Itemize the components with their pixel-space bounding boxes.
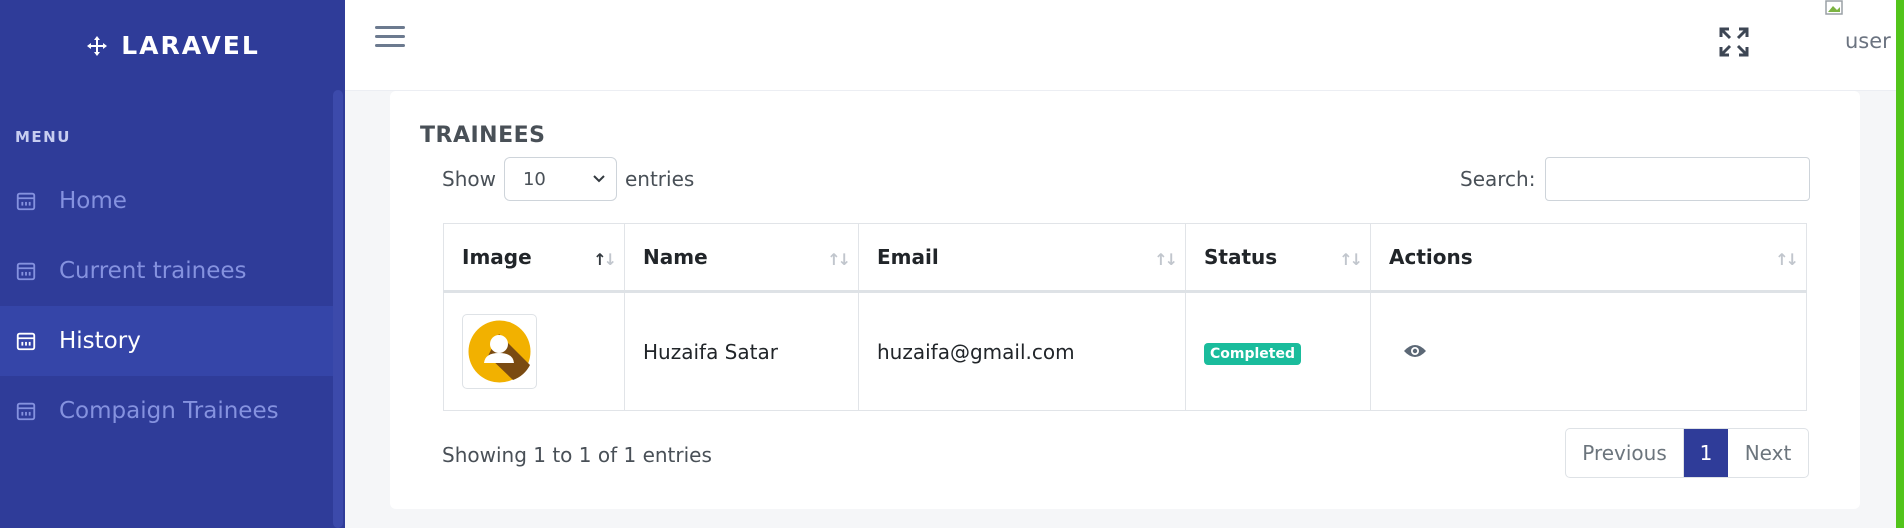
- calendar-icon: [16, 262, 36, 281]
- broken-image-icon: [1825, 0, 1843, 15]
- sidebar-item-compaign-trainees[interactable]: Compaign Trainees: [0, 376, 333, 446]
- page-scrollbar[interactable]: [1896, 0, 1904, 528]
- table-info: Showing 1 to 1 of 1 entries: [442, 443, 712, 467]
- calendar-icon: [16, 192, 36, 211]
- column-header-status[interactable]: Status ↑↓: [1185, 223, 1371, 293]
- cell-email: huzaifa@gmail.com: [858, 291, 1186, 411]
- sort-icon: ↑↓: [1775, 250, 1799, 269]
- cell-status: Completed: [1185, 291, 1371, 411]
- user-avatar-icon: [468, 320, 531, 383]
- column-header-actions[interactable]: Actions ↑↓: [1370, 223, 1807, 293]
- status-badge: Completed: [1204, 342, 1302, 365]
- sidebar-scrollbar[interactable]: [333, 90, 343, 528]
- brand-name: LARAVEL: [121, 31, 260, 60]
- column-header-image[interactable]: Image ↑↓: [443, 223, 625, 293]
- hamburger-icon[interactable]: [375, 26, 405, 50]
- calendar-icon: [16, 402, 36, 421]
- entries-select[interactable]: 10: [503, 157, 617, 201]
- sidebar-item-label: Current trainees: [59, 258, 247, 284]
- view-eye-icon[interactable]: [1403, 343, 1427, 359]
- column-header-email[interactable]: Email ↑↓: [858, 223, 1186, 293]
- sidebar-item-label: History: [59, 328, 141, 354]
- column-header-name[interactable]: Name ↑↓: [624, 223, 859, 293]
- sort-icon: ↑↓: [593, 250, 617, 269]
- search-input[interactable]: [1545, 157, 1811, 201]
- previous-button[interactable]: Previous: [1566, 429, 1684, 477]
- fullscreen-icon[interactable]: [1718, 26, 1750, 58]
- calendar-icon: [16, 332, 36, 351]
- sort-icon: ↑↓: [1154, 250, 1178, 269]
- sort-icon: ↑↓: [1339, 250, 1363, 269]
- sidebar-item-current-trainees[interactable]: Current trainees: [0, 236, 333, 306]
- move-arrows-icon: [87, 35, 108, 56]
- sidebar-item-history[interactable]: History: [0, 306, 333, 376]
- sidebar-item-home[interactable]: Home: [0, 166, 333, 236]
- entries-length-control: Show 10 entries: [442, 157, 694, 201]
- next-button[interactable]: Next: [1728, 429, 1808, 477]
- avatar: [462, 314, 537, 389]
- sidebar-nav: Home Current trainees History Compaign T…: [0, 166, 333, 446]
- trainees-table: Image ↑↓ Name ↑↓ Email ↑↓ Status ↑↓ Acti…: [443, 223, 1807, 411]
- page-title: TRAINEES: [420, 123, 546, 148]
- cell-image: [443, 291, 625, 411]
- table-row: Huzaifa Satar huzaifa@gmail.com Complete…: [443, 291, 1807, 411]
- entries-select-value: 10: [522, 168, 546, 190]
- sidebar: LARAVEL MENU Home Current trainees Histo…: [0, 0, 345, 528]
- user-label: user: [1845, 29, 1891, 53]
- sidebar-item-label: Home: [59, 188, 127, 214]
- chevron-down-icon: [593, 175, 605, 183]
- search-label: Search:: [1460, 167, 1536, 191]
- brand-logo[interactable]: LARAVEL: [0, 0, 345, 91]
- sidebar-item-label: Compaign Trainees: [59, 398, 279, 424]
- user-menu[interactable]: user: [1825, 0, 1895, 60]
- topbar: user: [345, 0, 1904, 91]
- page-1-button[interactable]: 1: [1684, 429, 1728, 477]
- pagination: Previous 1 Next: [1565, 428, 1809, 478]
- show-label: Show: [442, 167, 496, 191]
- cell-name: Huzaifa Satar: [624, 291, 859, 411]
- trainees-card: TRAINEES Show 10 entries Search: Image ↑…: [390, 91, 1860, 509]
- sort-icon: ↑↓: [827, 250, 851, 269]
- search-control: Search:: [1460, 157, 1811, 201]
- table-header-row: Image ↑↓ Name ↑↓ Email ↑↓ Status ↑↓ Acti…: [443, 223, 1807, 293]
- menu-title: MENU: [15, 128, 71, 146]
- entries-label: entries: [624, 167, 695, 191]
- cell-actions: [1370, 291, 1807, 411]
